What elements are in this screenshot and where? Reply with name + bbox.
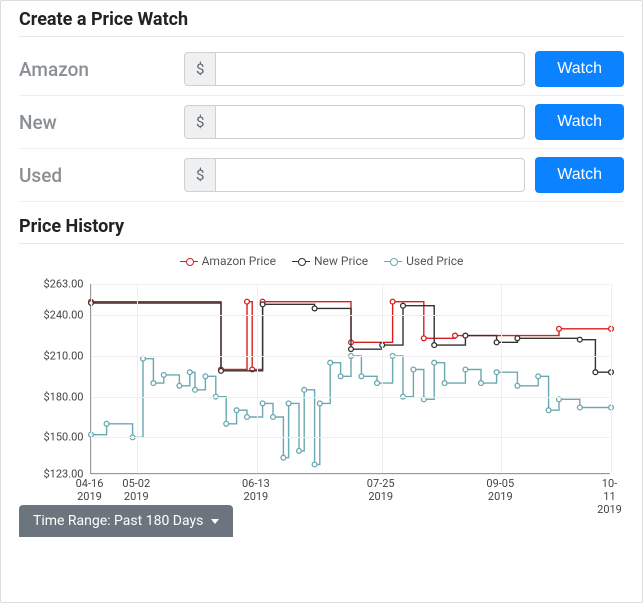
legend-used: Used Price [384,254,463,268]
x-axis-label: 06-132019 [242,477,270,503]
x-axis-label: 07-252019 [367,477,395,503]
row-label-new: New [19,111,174,134]
x-axis-label: 09-052019 [486,477,514,503]
divider [19,36,624,37]
divider [19,243,624,244]
create-watch-title: Create a Price Watch [19,9,624,30]
watch-row-new: New $ Watch [19,96,624,149]
x-axis-label: 10-112019 [597,477,622,517]
legend-marker-black [292,261,310,262]
y-axis-label: $263.00 [44,278,84,291]
watch-row-amazon: Amazon $ Watch [19,43,624,96]
currency-prefix: $ [184,105,215,139]
legend-amazon: Amazon Price [180,254,276,268]
input-wrap-used: $ [184,158,525,192]
price-input-used[interactable] [215,158,525,192]
legend-label-new: New Price [314,254,368,268]
legend-new: New Price [292,254,368,268]
chart-plot-area [90,284,610,474]
input-wrap-amazon: $ [184,52,525,86]
legend-marker-red [180,261,198,262]
currency-prefix: $ [184,52,215,86]
price-history-title: Price History [19,216,624,237]
price-input-new[interactable] [215,105,525,139]
watch-button-new[interactable]: Watch [535,104,624,140]
y-axis-label: $180.00 [44,390,84,403]
watch-button-amazon[interactable]: Watch [535,51,624,87]
row-label-used: Used [19,164,174,187]
legend-marker-teal [384,261,402,262]
legend-label-amazon: Amazon Price [202,254,276,268]
time-range-label: Time Range: Past 180 Days [33,513,203,529]
time-range-dropdown[interactable]: Time Range: Past 180 Days [19,505,233,537]
currency-prefix: $ [184,158,215,192]
y-axis-label: $210.00 [44,349,84,362]
input-wrap-new: $ [184,105,525,139]
y-axis-label: $150.00 [44,431,84,444]
watch-row-used: Used $ Watch [19,149,624,202]
chart-legend: Amazon Price New Price Used Price [19,254,624,268]
x-axis-label: 04-162019 [76,477,104,503]
price-history-chart: $123.00$150.00$180.00$210.00$240.00$263.… [22,274,622,499]
x-axis-label: 05-022019 [122,477,150,503]
legend-label-used: Used Price [406,254,463,268]
caret-down-icon [211,519,219,524]
y-axis-label: $240.00 [44,309,84,322]
price-input-amazon[interactable] [215,52,525,86]
watch-button-used[interactable]: Watch [535,157,624,193]
chart-svg [91,284,611,474]
row-label-amazon: Amazon [19,58,174,81]
